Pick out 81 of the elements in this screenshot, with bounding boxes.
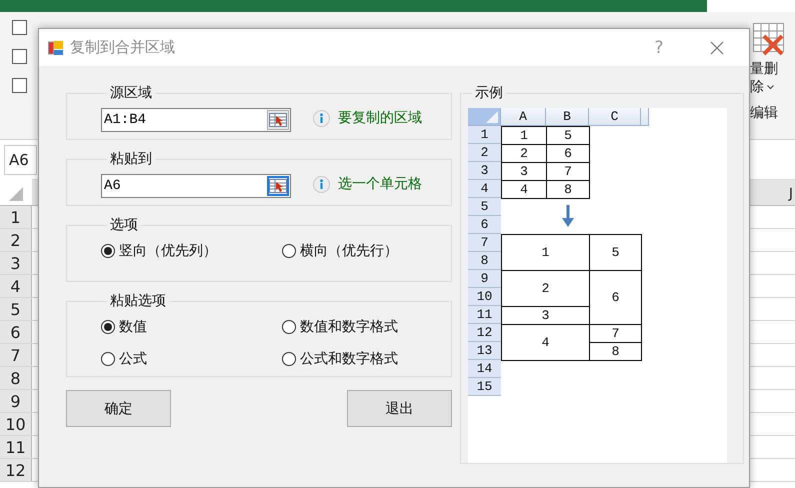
radio-label[interactable]: 数值和数字格式 <box>300 318 398 336</box>
row-header: 9 <box>468 270 501 288</box>
info-icon <box>313 176 330 192</box>
radio-label[interactable]: 公式和数字格式 <box>300 350 398 368</box>
ribbon-label: 除 <box>750 78 764 96</box>
dialog-button[interactable]: 确定 <box>66 390 171 427</box>
row-header: 4 <box>468 180 501 198</box>
radio-label[interactable]: 公式 <box>119 350 147 368</box>
row-header[interactable]: 11 <box>0 436 32 458</box>
dialog-button[interactable]: 退出 <box>347 390 452 427</box>
group-label: 选项 <box>109 216 139 234</box>
radio-button[interactable] <box>101 244 115 258</box>
hint-text: 选一个单元格 <box>338 175 422 193</box>
column-header: C <box>589 108 641 126</box>
group-label: 编辑 <box>750 104 778 122</box>
row-header[interactable]: 9 <box>0 390 32 412</box>
row-header: 15 <box>468 378 501 396</box>
radio-label[interactable]: 数值 <box>119 318 147 336</box>
radio-button[interactable] <box>101 320 115 334</box>
row-header[interactable]: 3 <box>0 252 32 274</box>
group-label: 粘贴选项 <box>109 292 167 310</box>
corner-triangle-icon <box>486 111 498 123</box>
radio-button[interactable] <box>282 320 296 334</box>
radio-button[interactable] <box>282 244 296 258</box>
column-header <box>641 108 649 126</box>
column-header: B <box>546 108 589 126</box>
row-header: 6 <box>468 216 501 234</box>
column-header[interactable]: J <box>788 186 795 205</box>
radio-label[interactable]: 横向（优先行） <box>300 242 398 260</box>
range-field[interactable]: A6 <box>101 174 291 198</box>
table-cell: 4 <box>501 180 547 199</box>
row-header[interactable]: 5 <box>0 298 32 320</box>
window-title: 复制到合并区域 <box>70 38 176 57</box>
row-header[interactable]: 8 <box>0 367 32 389</box>
table-cell: 1 <box>501 126 547 145</box>
ribbon-label: 量删 <box>750 60 778 78</box>
down-arrow-icon <box>562 205 574 227</box>
row-header: 5 <box>468 198 501 216</box>
merged-cell: 1 <box>501 234 590 271</box>
app-icon <box>48 40 64 56</box>
checkbox[interactable] <box>12 20 27 35</box>
range-picker-button[interactable] <box>267 176 289 196</box>
group-label: 示例 <box>474 84 504 102</box>
table-cell: 8 <box>546 180 590 199</box>
row-header[interactable]: 2 <box>0 229 32 251</box>
row-header: 8 <box>468 252 501 270</box>
row-header: 2 <box>468 144 501 162</box>
range-picker-button[interactable] <box>267 110 289 130</box>
row-header[interactable]: 4 <box>0 275 32 297</box>
merged-cell: 5 <box>589 234 642 271</box>
radio-button[interactable] <box>101 352 115 366</box>
merged-cell: 8 <box>589 342 642 361</box>
row-header[interactable]: 1 <box>0 206 32 228</box>
row-header: 3 <box>468 162 501 180</box>
row-header[interactable]: 10 <box>0 413 32 435</box>
row-header: 7 <box>468 234 501 252</box>
row-header[interactable]: 12 <box>0 459 32 481</box>
column-header: A <box>501 108 546 126</box>
row-header: 13 <box>468 342 501 360</box>
row-header[interactable]: 7 <box>0 344 32 366</box>
name-box[interactable]: A6 <box>4 144 37 174</box>
close-icon[interactable] <box>710 40 724 54</box>
group-label: 粘贴到 <box>109 150 153 168</box>
info-icon <box>313 110 330 126</box>
row-header: 10 <box>468 288 501 306</box>
row-header[interactable]: 6 <box>0 321 32 343</box>
caret-icon[interactable] <box>767 84 774 90</box>
row-header: 12 <box>468 324 501 342</box>
checkbox[interactable] <box>12 78 27 93</box>
row-header: 14 <box>468 360 501 378</box>
hint-text: 要复制的区域 <box>338 109 422 127</box>
range-field[interactable]: A1:B4 <box>101 108 291 132</box>
delete-table-icon[interactable] <box>750 22 786 58</box>
radio-label[interactable]: 竖向（优先列） <box>119 242 217 260</box>
row-header: 1 <box>468 126 501 144</box>
group-label: 源区域 <box>109 84 153 102</box>
checkbox[interactable] <box>12 49 27 64</box>
table-cell: 5 <box>546 126 590 145</box>
merged-cell: 4 <box>501 324 590 361</box>
radio-button[interactable] <box>282 352 296 366</box>
row-header: 11 <box>468 306 501 324</box>
